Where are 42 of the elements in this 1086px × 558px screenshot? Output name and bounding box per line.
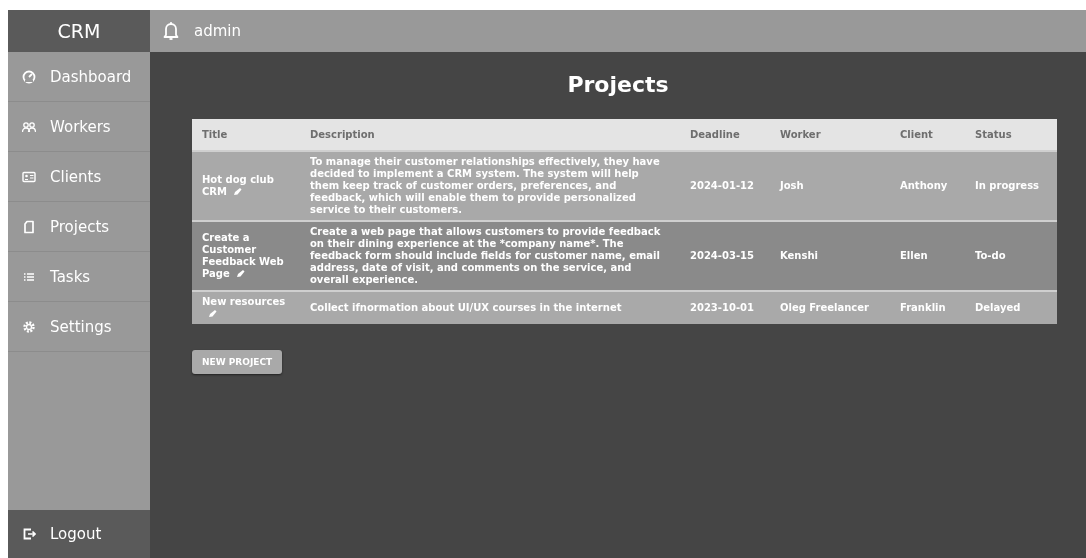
bell-icon[interactable] [162,21,180,41]
gauge-icon [22,69,36,84]
column-header: Worker [770,119,890,151]
edit-pencil-icon [208,309,217,318]
table-cell: 2024-01-12 [680,151,770,221]
table-cell: Collect ifnormation about UI/UX courses in the internet [300,291,680,324]
table-cell: New resources [192,291,300,324]
page-title: Projects [566,72,670,97]
table-cell: In progress [965,151,1057,221]
document-icon [22,219,36,234]
table-cell: 2023-10-01 [680,291,770,324]
column-header: Client [890,119,965,151]
edit-pencil-icon [233,187,242,196]
table-cell: 2024-03-15 [680,221,770,291]
brand-title: CRM [8,10,150,52]
table-cell: Oleg Freelancer [770,291,890,324]
table-cell: Kenshi [770,221,890,291]
table-cell: Josh [770,151,890,221]
table-cell: To manage their customer relationships effectively, they have decided to implement a CRM system. The system will help them keep track of customer orders, preferences, and feedback, which will enable them to provide personalized service to their customers. [300,151,680,221]
table-cell: Delayed [965,291,1057,324]
table-cell: Create a Customer Feedback Web Page [192,221,300,291]
table-cell: Franklin [890,291,965,324]
edit-pencil-icon [235,269,245,278]
new-project-button[interactable]: NEW PROJECT [192,350,283,374]
logout-button[interactable]: Logout [8,510,150,558]
people-icon [22,119,36,134]
column-header: Title [192,119,300,151]
table-cell: Hot dog club CRM [192,151,300,221]
column-header: Description [300,119,680,151]
id-card-icon [22,169,36,184]
settings-icon [22,319,36,334]
table-cell: Ellen [890,221,965,291]
table-row[interactable] [192,221,1057,291]
username: admin [194,22,241,40]
table-cell: To-do [965,221,1057,291]
table-row[interactable]: New resources Collect ifnormation about UI/UX courses in the internet 2023-10-01 Oleg Freelancer Franklin Delayed [192,291,1057,324]
table-cell: Anthony [890,151,965,221]
column-header: Deadline [680,119,770,151]
table-cell: Create a web page that allows customers to provide feedback on their dining experience at the *company name*. The feedback form should include fields for customer name, email address, date of visit, and comments on the service, and overall experience. [300,221,680,291]
table-row[interactable] [192,151,1057,221]
logout-icon [22,527,36,541]
column-header: Status [965,119,1057,151]
